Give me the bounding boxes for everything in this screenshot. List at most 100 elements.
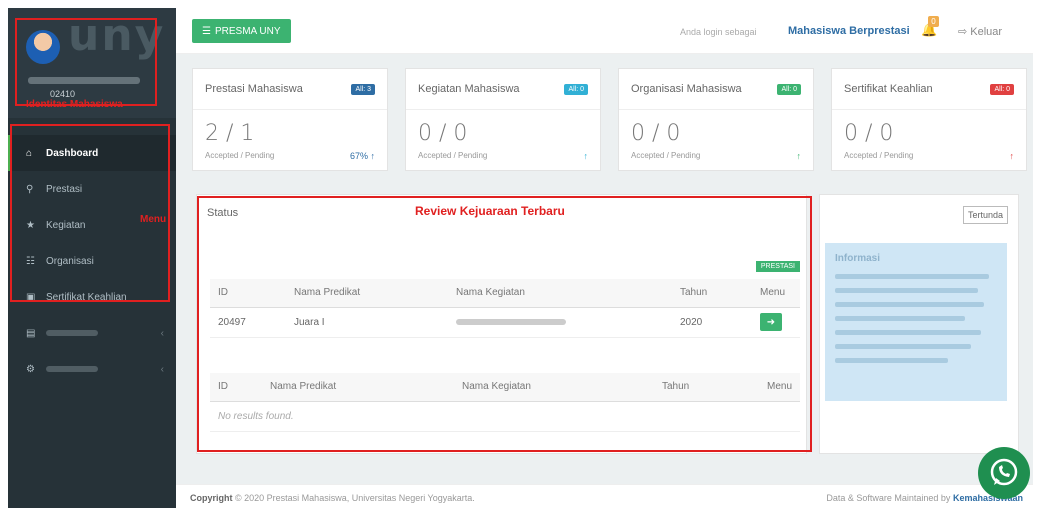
prestasi-table: ID Nama Predikat Nama Kegiatan Tahun Men…: [210, 279, 800, 338]
stat-percent: 67% ↑: [349, 151, 375, 161]
stat-value: 0 / 0: [844, 121, 894, 146]
stat-card-prestasi[interactable]: Prestasi Mahasiswa All: 3 2 / 1 Accepted…: [192, 68, 388, 171]
prestasi-badge: PRESTASI: [755, 261, 800, 272]
stat-card-organisasi[interactable]: Organisasi Mahasiswa All: 0 0 / 0 Accept…: [618, 68, 814, 171]
certificate-icon: ▣: [26, 291, 36, 303]
column-header: Nama Predikat: [286, 279, 448, 308]
avatar[interactable]: [26, 30, 60, 64]
stat-value: 0 / 0: [418, 121, 468, 146]
column-header: Nama Kegiatan: [448, 279, 672, 308]
cell-kegiatan: [448, 307, 672, 338]
cell-predikat: Juara I: [286, 307, 448, 338]
menu-annotation: Menu: [140, 214, 167, 225]
blurred-text: [835, 344, 972, 349]
whatsapp-button[interactable]: [978, 447, 1030, 499]
sidebar-item-pengaturan[interactable]: ⚙ ‹: [8, 351, 176, 387]
table-row: No results found.: [210, 401, 800, 432]
stat-badge: All: 3: [351, 83, 375, 95]
column-header: Menu: [752, 279, 800, 308]
sidebar-item-label: Dashboard: [46, 147, 99, 159]
copyright-label: Copyright: [190, 493, 233, 503]
column-header: Menu: [752, 373, 800, 402]
info-box: Informasi: [825, 243, 1007, 401]
stat-badge: All: 0: [564, 83, 588, 95]
hamburger-icon: ☰: [202, 25, 211, 37]
stat-value: 0 / 0: [631, 121, 681, 146]
copyright-text: © 2020 Prestasi Mahasiswa, Universitas N…: [235, 493, 475, 503]
info-title: Informasi: [835, 253, 881, 264]
pending-table: ID Nama Predikat Nama Kegiatan Tahun Men…: [210, 373, 800, 432]
table-header-row: ID Nama Predikat Nama Kegiatan Tahun Men…: [210, 373, 800, 402]
stat-title: Prestasi Mahasiswa: [205, 83, 303, 95]
sidebar-item-laporan[interactable]: ▤ ‹: [8, 315, 176, 351]
stat-value: 2 / 1: [205, 121, 255, 146]
blurred-text: [835, 288, 978, 293]
cell-tahun: 2020: [672, 307, 752, 338]
stat-subtitle: Accepted / Pending: [205, 151, 275, 160]
sidebar-item-dashboard[interactable]: ⌂ Dashboard: [8, 135, 176, 171]
stat-trend-icon: ↑: [1009, 151, 1015, 161]
trophy-icon: ⚲: [26, 183, 34, 195]
sidebar-item-label: Organisasi: [46, 255, 94, 267]
sidebar-menu: ⌂ Dashboard ⚲ Prestasi ★ Kegiatan ☷ Orga…: [8, 135, 176, 387]
stat-subtitle: Accepted / Pending: [844, 151, 914, 160]
chevron-left-icon: ‹: [160, 363, 164, 375]
column-header: Nama Predikat: [262, 373, 454, 402]
sidebar-item-kegiatan[interactable]: ★ Kegiatan: [8, 207, 176, 243]
sidebar-item-label-blurred: [46, 330, 98, 336]
stat-badge: All: 0: [777, 83, 801, 95]
gear-icon: ⚙: [26, 363, 35, 375]
stat-title: Kegiatan Mahasiswa: [418, 83, 520, 95]
column-header: Nama Kegiatan: [454, 373, 654, 402]
blurred-text: [835, 358, 949, 363]
stat-title: Sertifikat Keahlian: [844, 83, 933, 95]
blurred-text: [456, 318, 566, 325]
column-header: ID: [210, 279, 286, 308]
table-row: 20497 Juara I 2020 ➜: [210, 307, 800, 338]
logout-link[interactable]: ⇨ Keluar: [958, 25, 1002, 38]
table-header-row: ID Nama Predikat Nama Kegiatan Tahun Men…: [210, 279, 800, 308]
column-header: Tahun: [672, 279, 752, 308]
blurred-text: [835, 302, 985, 307]
whatsapp-icon: [990, 458, 1018, 486]
blurred-text: [835, 316, 965, 321]
stat-subtitle: Accepted / Pending: [418, 151, 488, 160]
stat-card-sertifikat[interactable]: Sertifikat Keahlian All: 0 0 / 0 Accepte…: [831, 68, 1027, 171]
logout-label: Keluar: [970, 26, 1003, 38]
stat-trend-icon: ↑: [796, 151, 802, 161]
top-navbar: ☰ PRESMA UNY Anda login sebagai Mahasisw…: [176, 8, 1033, 54]
uny-logo: uny: [68, 10, 166, 61]
login-label: Anda login sebagai: [680, 27, 757, 37]
main-content: Prestasi Mahasiswa All: 3 2 / 1 Accepted…: [176, 54, 1033, 484]
tertunda-button[interactable]: Tertunda: [962, 206, 1008, 224]
sidebar-item-prestasi[interactable]: ⚲ Prestasi: [8, 171, 176, 207]
identity-annotation: Identitas Mahasiswa: [26, 99, 123, 110]
empty-message: No results found.: [210, 401, 800, 432]
blurred-text: [835, 274, 989, 279]
review-annotation: Review Kejuaraan Terbaru: [415, 204, 565, 218]
chevron-left-icon: ‹: [160, 327, 164, 339]
stat-badge: All: 0: [990, 83, 1014, 95]
stat-subtitle: Accepted / Pending: [631, 151, 701, 160]
sidebar-item-label: Sertifikat Keahlian: [46, 291, 127, 303]
cell-menu: ➜: [752, 307, 800, 338]
column-header: ID: [210, 373, 262, 402]
sidebar-item-label-blurred: [46, 366, 98, 372]
user-nim: 02410: [50, 89, 76, 99]
stat-card-kegiatan[interactable]: Kegiatan Mahasiswa All: 0 0 / 0 Accepted…: [405, 68, 601, 171]
sidebar-item-label: Kegiatan: [46, 219, 86, 231]
sidebar-item-label: Prestasi: [46, 183, 83, 195]
footer: Copyright © 2020 Prestasi Mahasiswa, Uni…: [176, 484, 1033, 508]
brand-button[interactable]: ☰ PRESMA UNY: [192, 19, 291, 43]
panel-title: Status: [207, 207, 239, 219]
sitemap-icon: ☷: [26, 255, 35, 267]
sidebar-item-organisasi[interactable]: ☷ Organisasi: [8, 243, 176, 279]
login-user-link[interactable]: Mahasiswa Berprestasi: [788, 25, 910, 37]
maintainer-text: Data & Software Maintained by: [826, 493, 951, 503]
sign-out-icon: ⇨: [958, 26, 968, 38]
column-header: Tahun: [654, 373, 752, 402]
chart-icon: ▤: [26, 327, 36, 339]
sidebar: uny 02410 Identitas Mahasiswa ⌂ Dashboar…: [8, 8, 176, 508]
arrow-right-icon[interactable]: ➜: [760, 313, 782, 331]
sidebar-item-sertifikat[interactable]: ▣ Sertifikat Keahlian: [8, 279, 176, 315]
